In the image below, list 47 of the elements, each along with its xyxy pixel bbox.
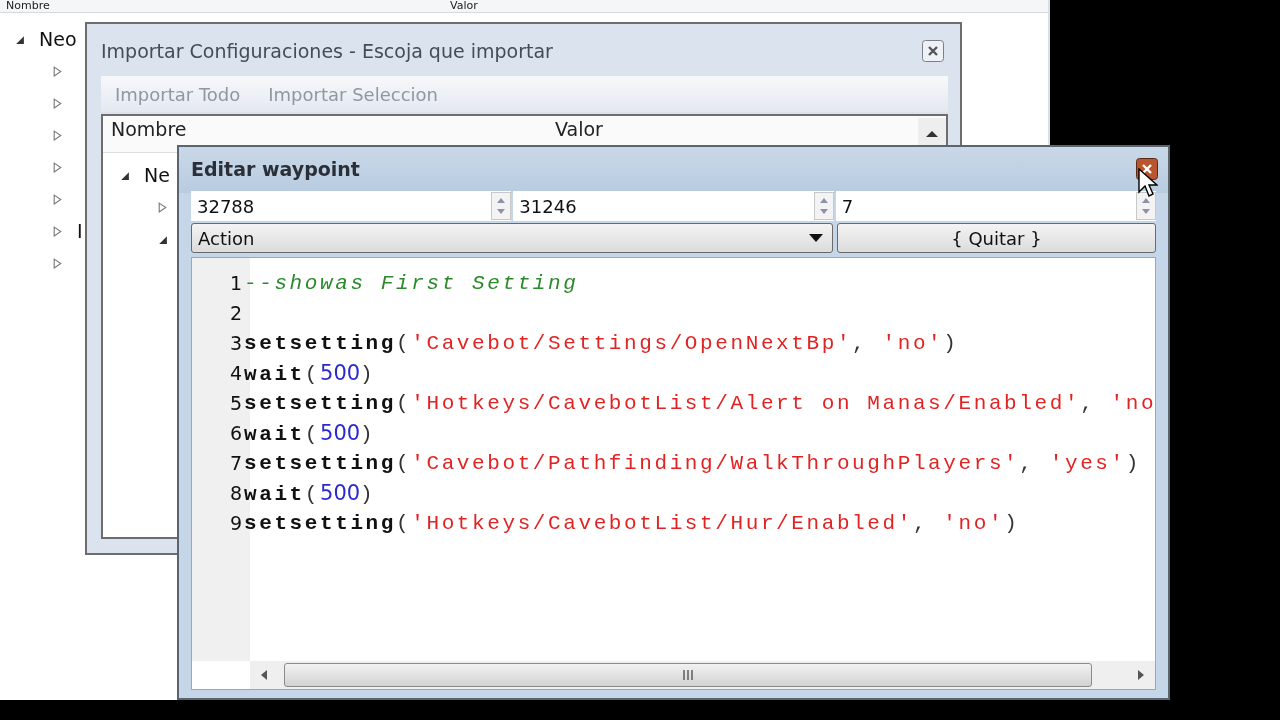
line-number: 1 [228, 272, 243, 294]
line-number: 5 [228, 392, 243, 414]
code-line: wait(500) [244, 480, 376, 506]
number-field[interactable]: 32788 [191, 191, 512, 221]
scrollbar-thumb[interactable] [284, 663, 1092, 687]
window-title: Importar Configuraciones - Escoja que importar [101, 40, 553, 62]
column-title: Nombre [5, 0, 51, 12]
tree-item[interactable]: Ne [144, 164, 170, 186]
tree-item[interactable]: Neo [39, 28, 77, 50]
line-number: 7 [228, 452, 243, 474]
column-title: Valor [450, 0, 478, 12]
code-line: --showas First Setting [244, 271, 579, 295]
collapsed-icon[interactable] [52, 225, 63, 237]
caret-icon [808, 233, 824, 243]
line-number: 4 [228, 362, 243, 384]
line-number: 6 [228, 422, 243, 444]
code-line: wait(500) [244, 360, 376, 386]
collapsed-icon[interactable] [52, 129, 63, 141]
collapsed-icon[interactable] [157, 201, 168, 213]
collapsed-icon[interactable] [52, 193, 63, 205]
number-field[interactable]: 7 [835, 191, 1156, 221]
collapsed-icon[interactable] [52, 257, 63, 269]
window-title: Editar waypoint [191, 158, 360, 180]
column-title: Nombre [110, 117, 188, 138]
line-number: 8 [228, 482, 243, 504]
collapsed-icon[interactable] [52, 65, 63, 77]
code-line: setsetting('Cavebot/Pathfinding/WalkThroughPlayers', 'yes') [244, 451, 1141, 475]
column-title: Valor [555, 117, 604, 138]
horizontal-scrollbar[interactable] [250, 661, 1155, 689]
tree-item[interactable]: I [77, 220, 83, 242]
line-number: 9 [228, 512, 243, 534]
close-icon[interactable] [922, 40, 944, 62]
code-line: setsetting('Hotkeys/CavebotList/Hur/Enabled', 'no') [244, 511, 1020, 535]
line-number: 3 [228, 332, 243, 354]
collapsed-icon[interactable] [52, 97, 63, 109]
spinner-icon[interactable] [1136, 192, 1156, 220]
cursor-icon [1138, 168, 1158, 198]
type-dropdown[interactable]: Action [191, 223, 833, 253]
collapsed-icon[interactable] [52, 161, 63, 173]
code-line: setsetting('Cavebot/Settings/OpenNextBp', 'no') [244, 331, 959, 355]
number-field[interactable]: 31246 [513, 191, 834, 221]
line-number: 2 [228, 302, 243, 324]
code-line: wait(500) [244, 420, 376, 446]
grip-icon [682, 669, 694, 681]
code-editor[interactable] [191, 257, 1156, 690]
remove-button[interactable]: { Quitar } [837, 223, 1156, 253]
code-line: setsetting('Hotkeys/CavebotList/Alert on Manas/Enabled', 'no [244, 391, 1155, 415]
